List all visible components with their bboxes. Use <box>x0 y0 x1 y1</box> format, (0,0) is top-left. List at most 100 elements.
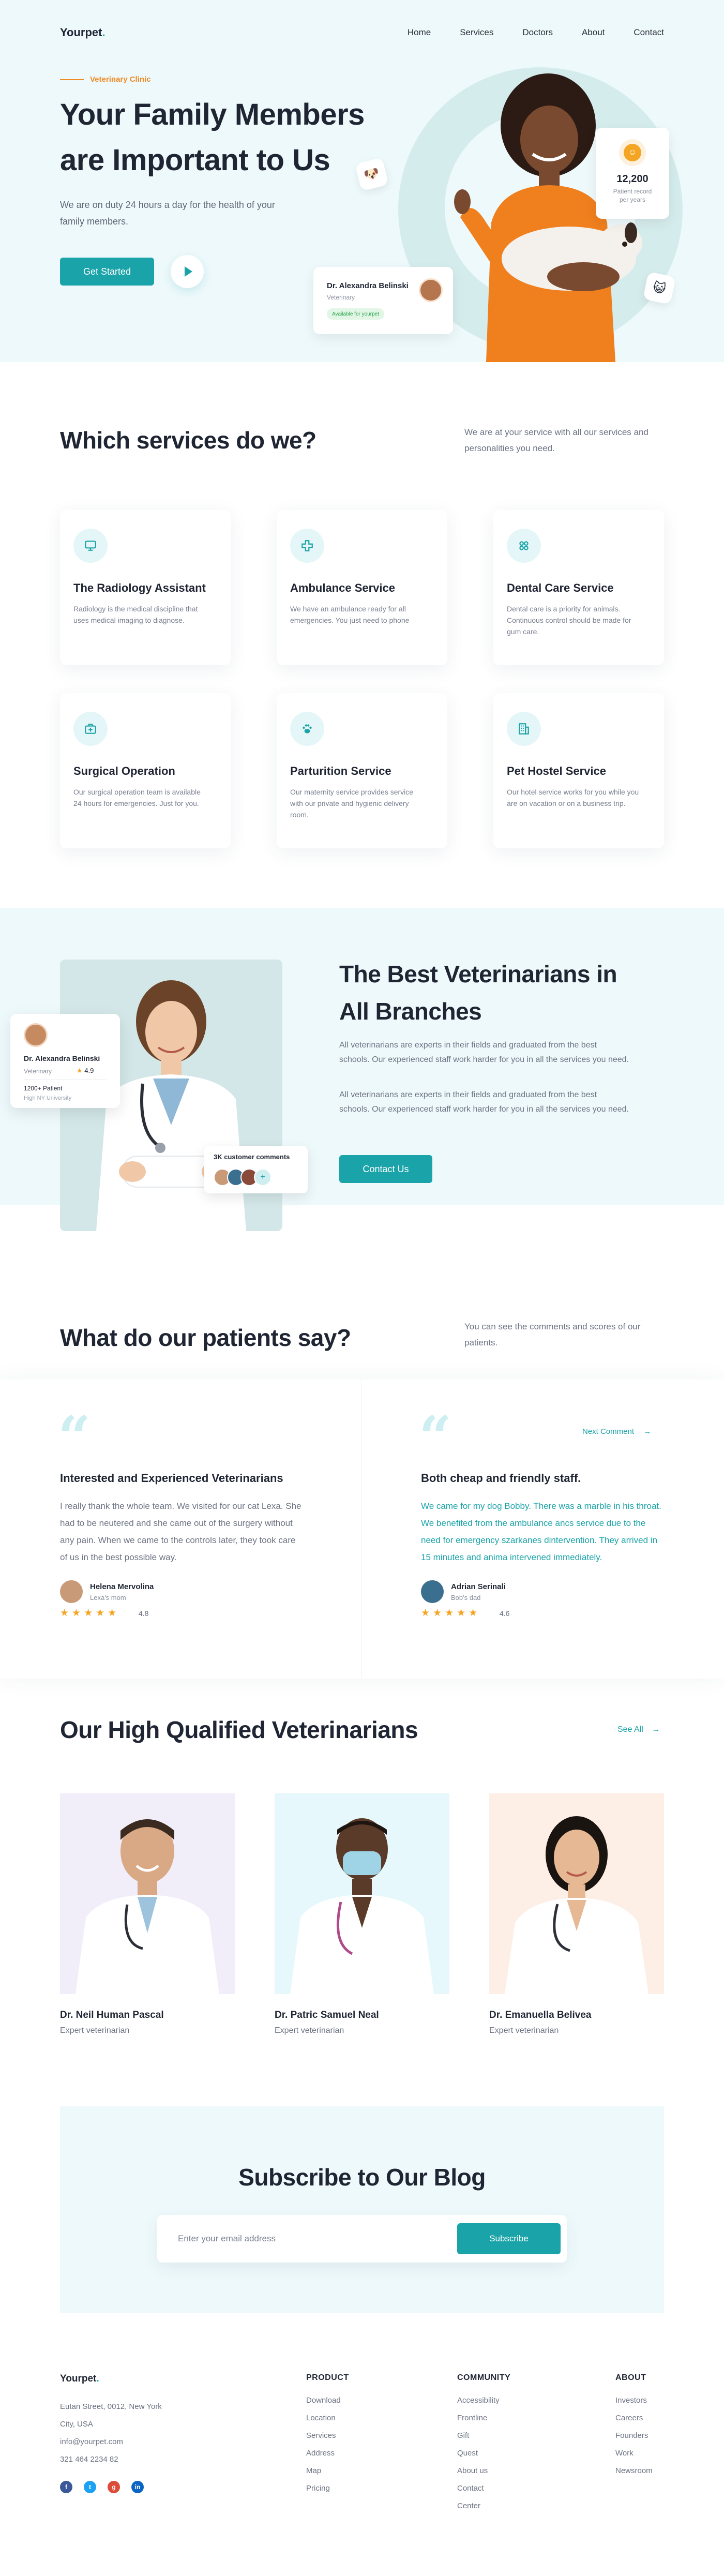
rating-stars: ★★★★★ <box>60 1608 120 1619</box>
reviewer-avatar <box>60 1580 83 1603</box>
service-card-surgical[interactable]: Surgical Operation Our surgical operatio… <box>60 693 231 848</box>
service-text: We have an ambulance ready for all emerg… <box>290 605 410 624</box>
reviewer-name: Adrian Serinali <box>451 1582 506 1591</box>
footer-link[interactable]: About us <box>457 2462 510 2480</box>
service-title: Surgical Operation <box>73 765 175 777</box>
services-description: We are at your service with all our serv… <box>464 427 648 453</box>
team-member-name: Dr. Emanuella Belivea <box>489 2010 592 2020</box>
doctor-role: Veterinary <box>24 1068 52 1075</box>
footer-link[interactable]: Frontline <box>457 2409 510 2427</box>
testimonials-title: What do our patients say? <box>60 1324 351 1351</box>
nav-link-doctors[interactable]: Doctors <box>522 27 553 38</box>
service-title: Dental Care Service <box>507 581 614 594</box>
footer-column-product: PRODUCT Download Location Services Addre… <box>306 2373 349 2497</box>
footer-column-title: ABOUT <box>615 2373 646 2382</box>
more-avatars-badge[interactable]: + <box>254 1169 272 1186</box>
subscribe-section: Subscribe to Our Blog Subscribe <box>60 2106 664 2313</box>
footer-link[interactable]: Investors <box>615 2392 653 2409</box>
subscribe-button[interactable]: Subscribe <box>457 2223 561 2254</box>
medical-cross-icon <box>290 529 324 563</box>
testimonial-text: I really thank the whole team. We visite… <box>60 1501 301 1562</box>
contact-us-button[interactable]: Contact Us <box>339 1155 432 1183</box>
monitor-icon <box>73 529 108 563</box>
service-title: The Radiology Assistant <box>73 581 206 594</box>
footer-link[interactable]: Address <box>306 2445 349 2462</box>
email-input[interactable] <box>178 2228 436 2249</box>
footer-link[interactable]: Services <box>306 2427 349 2445</box>
doctor-avatar <box>24 1023 48 1047</box>
nav-link-about[interactable]: About <box>582 27 605 38</box>
footer-link[interactable]: Quest <box>457 2445 510 2462</box>
facebook-icon[interactable]: f <box>60 2481 72 2493</box>
nav-link-services[interactable]: Services <box>460 27 493 38</box>
twitter-icon[interactable]: t <box>84 2481 96 2493</box>
divider <box>24 1079 107 1080</box>
see-all-link[interactable]: See All → <box>617 1725 660 1734</box>
team-member-photo[interactable] <box>275 1793 449 1994</box>
testimonial-title: Both cheap and friendly staff. <box>421 1472 581 1485</box>
footer-link[interactable]: Gift <box>457 2427 510 2445</box>
play-video-button[interactable] <box>171 255 204 288</box>
testimonials-section: What do our patients say? You can see th… <box>0 1244 724 1679</box>
eyebrow-line <box>60 79 84 80</box>
patient-badge: ☺ <box>619 139 646 166</box>
footer-link[interactable]: Newsroom <box>615 2462 653 2480</box>
footer-logo[interactable]: Yourpet. <box>60 2373 99 2385</box>
patient-count-label: Patient record per years <box>613 188 652 203</box>
service-card-parturition[interactable]: Parturition Service Our maternity servic… <box>277 693 447 848</box>
footer-link[interactable]: Founders <box>615 2427 653 2445</box>
team-member-role: Expert veterinarian <box>275 2026 344 2035</box>
team-member-name: Dr. Patric Samuel Neal <box>275 2010 379 2020</box>
rating-stars: ★★★★★ <box>421 1608 481 1619</box>
team-member-photo[interactable] <box>60 1793 235 1994</box>
male-doctor-illustration <box>76 1819 219 1994</box>
social-links: f t g in <box>60 2481 155 2493</box>
quote-icon: “ <box>419 1403 452 1470</box>
footer-link[interactable]: Contact <box>457 2480 510 2497</box>
footer-link[interactable]: Work <box>615 2445 653 2462</box>
nav-link-contact[interactable]: Contact <box>634 27 664 38</box>
reviewer-role: Lexa's mom <box>90 1594 126 1601</box>
footer-link[interactable]: Center <box>457 2497 510 2515</box>
service-card-dental[interactable]: Dental Care Service Dental care is a pri… <box>493 510 664 665</box>
email-link[interactable]: info@yourpet.com <box>60 2433 205 2451</box>
nav-link-home[interactable]: Home <box>408 27 431 38</box>
get-started-button[interactable]: Get Started <box>60 258 154 286</box>
top-nav: Yourpet. Home Services Doctors About Con… <box>0 0 724 67</box>
customer-comments-card: 3K customer comments + <box>204 1146 308 1193</box>
eyebrow-text: Veterinary Clinic <box>90 75 151 84</box>
reviewer-avatar <box>421 1580 444 1603</box>
team-member-photo[interactable] <box>489 1793 664 1994</box>
arrow-right-icon: → <box>652 1725 660 1734</box>
service-title: Pet Hostel Service <box>507 765 606 777</box>
best-paragraph-2: All veterinarians are experts in their f… <box>339 1090 629 1114</box>
footer-link[interactable]: Download <box>306 2392 349 2409</box>
google-plus-icon[interactable]: g <box>108 2481 120 2493</box>
best-paragraph-1: All veterinarians are experts in their f… <box>339 1041 629 1064</box>
service-card-radiology[interactable]: The Radiology Assistant Radiology is the… <box>60 510 231 665</box>
play-icon <box>185 266 192 277</box>
doctor-role: Veterinary <box>327 294 355 301</box>
best-title: The Best Veterinarians in All Branches <box>339 961 617 1025</box>
footer-link[interactable]: Pricing <box>306 2480 349 2497</box>
footer-link[interactable]: Location <box>306 2409 349 2427</box>
rating-score: 4.6 <box>500 1609 510 1618</box>
dental-icon <box>507 529 541 563</box>
doctor-name: Dr. Alexandra Belinski <box>327 281 409 290</box>
best-veterinarians-section: Dr. Alexandra Belinski Veterinary ★ 4.9 … <box>0 908 724 1244</box>
site-logo[interactable]: Yourpet. <box>60 26 105 39</box>
footer-link[interactable]: Careers <box>615 2409 653 2427</box>
arrow-right-icon: → <box>643 1427 652 1436</box>
footer-link[interactable]: Accessibility <box>457 2392 510 2409</box>
service-title: Parturition Service <box>290 765 391 777</box>
footer-link[interactable]: Map <box>306 2462 349 2480</box>
next-comment-button[interactable]: Next Comment → <box>582 1427 651 1436</box>
address-line: City, USA <box>60 2420 93 2429</box>
reviewer-role: Bob's dad <box>451 1594 481 1601</box>
doctor-profile-card: Dr. Alexandra Belinski Veterinary ★ 4.9 … <box>10 1014 120 1108</box>
paw-icon <box>290 712 324 746</box>
service-card-ambulance[interactable]: Ambulance Service We have an ambulance r… <box>277 510 447 665</box>
services-title: Which services do we? <box>60 427 316 454</box>
service-card-hostel[interactable]: Pet Hostel Service Our hotel service wor… <box>493 693 664 848</box>
linkedin-icon[interactable]: in <box>131 2481 144 2493</box>
